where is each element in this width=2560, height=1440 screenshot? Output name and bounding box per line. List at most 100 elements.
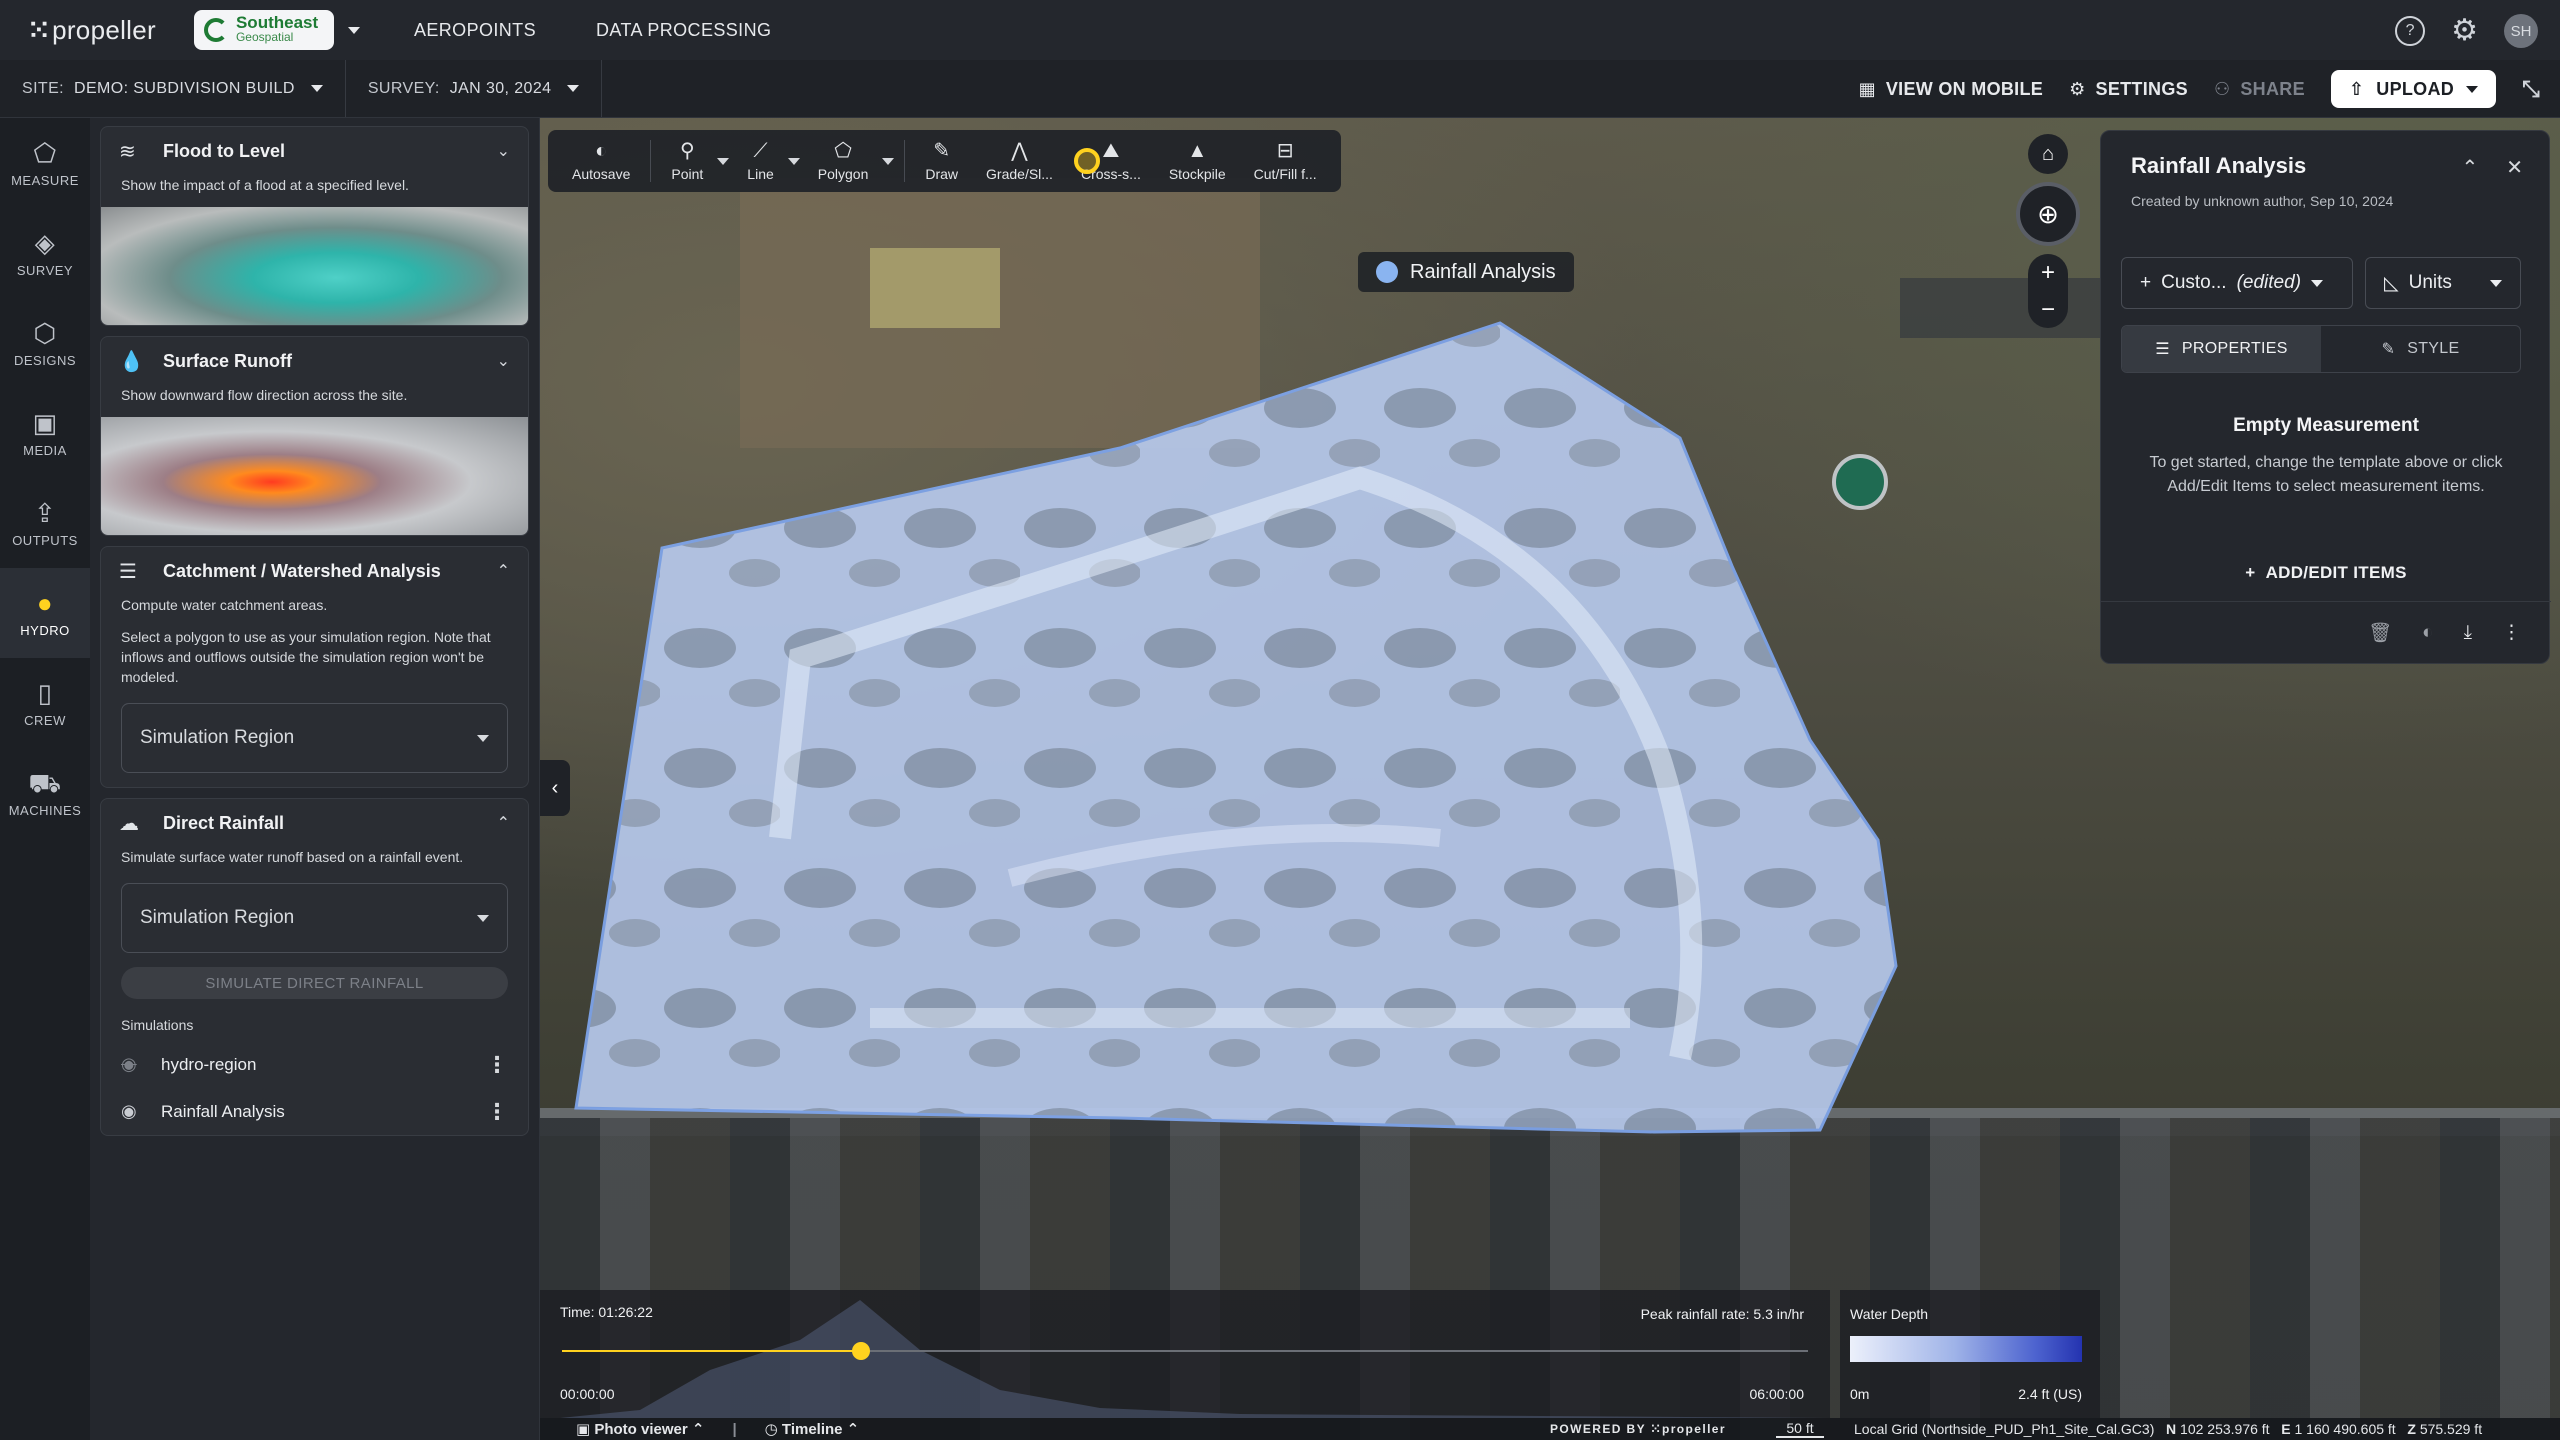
upload-button[interactable]: ⇧ UPLOAD [2330, 70, 2497, 108]
chevron-down-icon[interactable] [787, 157, 800, 165]
rail-label: MEASURE [11, 172, 79, 188]
rail-survey[interactable]: ◈ SURVEY [0, 208, 90, 298]
tool-label: Line [747, 166, 774, 182]
z-value: 575.529 ft [2419, 1421, 2483, 1437]
top-bar: ⁙ propeller Southeast Geospatial AEROPOI… [0, 0, 2560, 60]
settings-button[interactable]: ⚙ SETTINGS [2069, 79, 2188, 100]
more-options-icon[interactable]: ⋮ [486, 1099, 508, 1125]
download-icon[interactable]: ⤓ [2464, 622, 2472, 644]
chevron-up-icon[interactable]: ⌃ [497, 561, 510, 581]
analysis-tabs: ☰ PROPERTIES ✎ STYLE [2121, 325, 2521, 373]
map-viewport[interactable]: Rainfall Analysis ◐ Autosave ⚲ Point ⟋ Line… [540, 118, 2560, 1440]
divider [904, 140, 906, 182]
compass-button[interactable]: ⊕ [2016, 182, 2080, 246]
rail-hydro[interactable]: ● HYDRO [0, 568, 90, 658]
rail-media[interactable]: ▣ MEDIA [0, 388, 90, 478]
units-select[interactable]: ◺ Units [2365, 257, 2521, 309]
rail-label: DESIGNS [13, 352, 76, 368]
home-view-button[interactable]: ⌂ [2028, 134, 2068, 174]
legend-max: 2.4 ft (US) [2018, 1386, 2082, 1402]
eye-off-icon[interactable]: ◉ [121, 1054, 145, 1075]
org-name-block: Southeast Geospatial [236, 14, 318, 45]
left-rail: ⬠ MEASURE ◈ SURVEY ⬡ DESIGNS ▣ MEDIA ⇪ OUTPUT… [0, 118, 90, 1440]
zoom-in-icon[interactable]: + [2041, 259, 2055, 287]
add-edit-items-label: ADD/EDIT ITEMS [2265, 563, 2407, 582]
tab-properties[interactable]: ☰ PROPERTIES [2122, 326, 2321, 372]
survey-selector[interactable]: SURVEY: JAN 30, 2024 [346, 60, 603, 117]
viewer-toggles: ▣ Photo viewer ⌃ | ◷ Timeline ⌃ [576, 1420, 860, 1439]
share-button[interactable]: ⚇ SHARE [2214, 79, 2305, 100]
stockpile-tool[interactable]: ▲ Stockpile [1155, 130, 1240, 192]
line-tool[interactable]: ⟋ Line [733, 130, 787, 192]
rail-designs[interactable]: ⬡ DESIGNS [0, 298, 90, 388]
rainfall-region-select[interactable]: Simulation Region [121, 883, 508, 953]
list-item[interactable]: ◉ hydro-region ⋮ [101, 1041, 528, 1088]
list-item[interactable]: ◉ Rainfall Analysis ⋮ [101, 1088, 528, 1135]
avatar[interactable]: SH [2504, 14, 2538, 48]
exit-fullscreen-icon[interactable]: ⤡ [2522, 76, 2540, 102]
stockpile-icon: ▲ [1187, 140, 1208, 162]
site-selector[interactable]: SITE: DEMO: SUBDIVISION BUILD [0, 60, 346, 117]
cut-fill-tool[interactable]: ⊟ Cut/Fill f... [1240, 130, 1331, 192]
chevron-down-icon[interactable]: ⌄ [497, 351, 510, 371]
autosave-toggle[interactable]: ◐ Autosave [558, 130, 644, 192]
chevron-down-icon[interactable] [882, 157, 895, 165]
more-options-icon[interactable]: ⋮ [2502, 621, 2521, 644]
add-edit-items-button[interactable]: + ADD/EDIT ITEMS [2101, 563, 2551, 583]
nav-data-processing[interactable]: DATA PROCESSING [596, 20, 771, 41]
zoom-out-icon[interactable]: − [2041, 296, 2055, 324]
eye-icon[interactable]: ◉ [121, 1101, 145, 1122]
timeline-track[interactable] [562, 1342, 1808, 1360]
gear-icon[interactable]: ⚙ [2451, 16, 2478, 46]
chevron-up-icon[interactable]: ⌃ [497, 813, 510, 833]
flood-title: Flood to Level [163, 140, 286, 161]
survey-value: JAN 30, 2024 [449, 79, 552, 97]
chevron-down-icon[interactable]: ⌄ [497, 141, 510, 161]
rail-machines[interactable]: ⛟ MACHINES [0, 748, 90, 838]
more-options-icon[interactable]: ⋮ [486, 1052, 508, 1078]
nav-aeropoints[interactable]: AEROPOINTS [414, 20, 536, 41]
rainfall-title: Direct Rainfall [163, 812, 285, 833]
globe-icon: ⊕ [2037, 198, 2059, 229]
org-switcher[interactable]: Southeast Geospatial [193, 10, 334, 50]
visibility-icon[interactable]: ◐ [2422, 622, 2433, 644]
rainfall-card-header[interactable]: ☁ Direct Rainfall ⌃ [101, 799, 528, 847]
catchment-region-select[interactable]: Simulation Region [121, 703, 508, 773]
add-user-icon: ⚇ [2213, 78, 2231, 99]
rainfall-card: ☁ Direct Rainfall ⌃ Simulate surface wat… [100, 798, 529, 1136]
chevron-down-icon[interactable] [717, 157, 730, 165]
catchment-card-header[interactable]: ☰ Catchment / Watershed Analysis ⌃ [101, 547, 528, 595]
chevron-up-icon[interactable]: ⌃ [2461, 155, 2478, 180]
rail-measure[interactable]: ⬠ MEASURE [0, 118, 90, 208]
runoff-card-header[interactable]: 💧 Surface Runoff ⌄ [101, 337, 528, 385]
collapse-panel-button[interactable]: ‹ [540, 760, 570, 816]
grade-slope-tool[interactable]: ⋀ Grade/Sl... [972, 130, 1067, 192]
pond [870, 248, 1000, 328]
chevron-down-icon[interactable] [347, 26, 360, 34]
timeline-button[interactable]: ◷ Timeline ⌃ [765, 1420, 860, 1438]
view-on-mobile-button[interactable]: ▦ VIEW ON MOBILE [1859, 79, 2044, 100]
rainfall-map-label[interactable]: Rainfall Analysis [1358, 252, 1574, 292]
polygon-tool[interactable]: ⬠ Polygon [804, 130, 883, 192]
rail-crew[interactable]: ▯ CREW [0, 658, 90, 748]
timeline-start: 00:00:00 [560, 1386, 615, 1402]
site-bar-actions: ▦ VIEW ON MOBILE ⚙ SETTINGS ⚇ SHARE ⇧ UPLOA… [1859, 60, 2560, 118]
simulate-rainfall-button[interactable]: SIMULATE DIRECT RAINFALL [121, 967, 508, 999]
tool-label: Grade/Sl... [986, 166, 1053, 182]
help-icon[interactable]: ? [2395, 16, 2426, 46]
rain-cloud-icon: ☁ [119, 812, 139, 835]
photo-viewer-button[interactable]: ▣ Photo viewer ⌃ [576, 1420, 704, 1438]
template-select[interactable]: + Custo... (edited) [2121, 257, 2353, 309]
timeline-handle[interactable] [852, 1342, 871, 1360]
propeller-logo[interactable]: ⁙ propeller [28, 15, 156, 46]
tab-style[interactable]: ✎ STYLE [2321, 326, 2520, 372]
draw-tool[interactable]: ✎ Draw [911, 130, 972, 192]
rail-outputs[interactable]: ⇪ OUTPUTS [0, 478, 90, 568]
point-tool[interactable]: ⚲ Point [657, 130, 717, 192]
close-icon[interactable]: ✕ [2506, 155, 2523, 180]
flood-card-header[interactable]: ≋ Flood to Level ⌄ [101, 127, 528, 175]
trash-icon[interactable]: 🗑 [2368, 621, 2392, 645]
runoff-card: 💧 Surface Runoff ⌄ Show downward flow di… [100, 336, 529, 536]
pencil-icon: ✎ [933, 140, 951, 162]
image-icon: ▣ [576, 1421, 595, 1438]
